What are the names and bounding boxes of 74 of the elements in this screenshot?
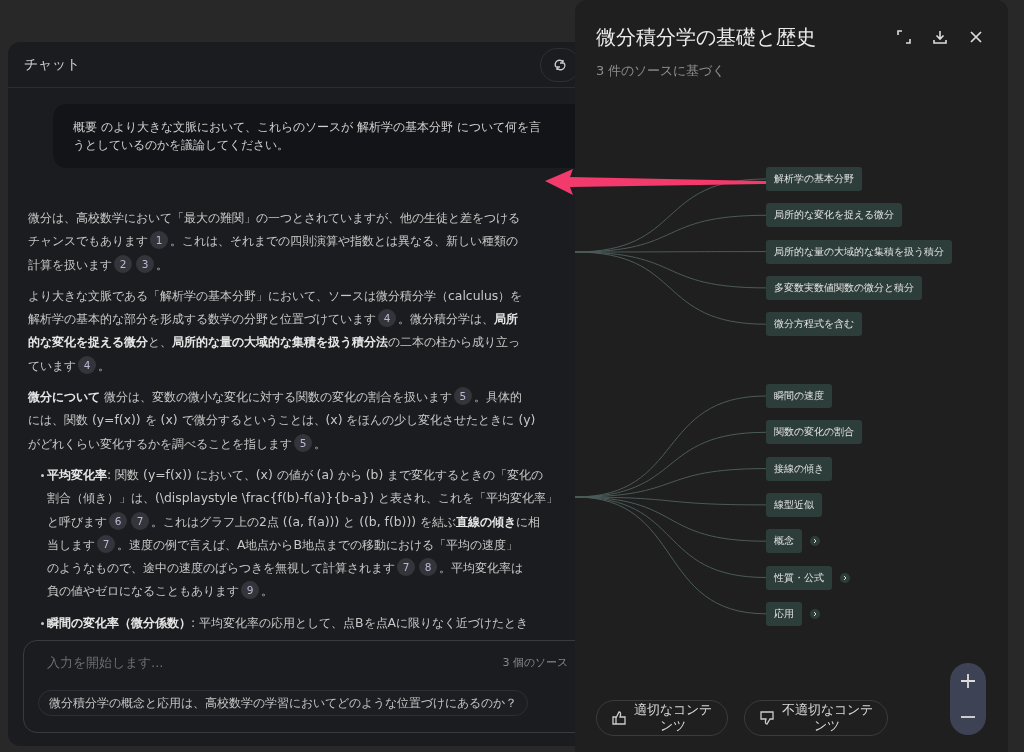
answer-text: 平均変化率: 関数 (y=f(x)) において、(x) の値が (a) から (b) まで変化するときの「変化の (47, 466, 544, 482)
answer-text: 。これはグラフ上の2点 ((a, f(a))) と ((b, f(b))) を結ぶ直線の傾きに相 (151, 513, 541, 529)
citation-chip[interactable]: 5 (294, 433, 312, 452)
citation-chip[interactable]: 7 (97, 534, 115, 553)
suggestion-chip[interactable]: 微分積分学の概念と応用は、高校数学の学習においてどのような位置づけにあるのか？ (38, 690, 528, 716)
feedback-button[interactable]: 適切なコンテンツ (596, 700, 728, 736)
citation-chip[interactable]: 3 (136, 254, 154, 273)
expand-icon[interactable] (896, 29, 912, 45)
close-icon[interactable] (968, 29, 984, 45)
mindmap-node[interactable]: 瞬間の速度 (766, 384, 832, 408)
citation-chip[interactable]: 5 (453, 387, 472, 406)
citation-chip[interactable]: 7 (397, 558, 415, 577)
citation-chip[interactable]: 6 (109, 511, 127, 530)
answer-text: 。 (98, 357, 110, 373)
mindmap-node[interactable]: 微分方程式を含む (766, 312, 862, 337)
zoom-in-icon[interactable] (960, 673, 976, 689)
mindmap-title: 微分積分学の基礎と歴史 (596, 23, 816, 51)
answer-text: 当します (47, 536, 95, 552)
answer-text: には、関数 (y=f(x)) を (x) で微分するということは、(x) をほんの少し変化させたときに (y) (28, 412, 536, 428)
mindmap-node[interactable]: 概念 (766, 529, 802, 554)
mindmap-node[interactable]: 接線の傾き (766, 456, 832, 481)
answer-text: がどれくらい変化するかを調べることを指します (28, 435, 292, 451)
answer-text: と呼びます (47, 513, 107, 529)
mindmap-node[interactable]: 局所的な量の大域的な集積を扱う積分 (766, 239, 952, 264)
feedback-button[interactable]: 不適切なコンテンツ (744, 700, 888, 736)
panel-title: チャット (24, 55, 80, 74)
answer-text: 割合（傾き）」は、(\displaystyle \frac{f(b)-f(a)}{b-a}) と表され、これを「平均変化率」 (47, 490, 558, 506)
thumbs-up-icon (611, 710, 627, 726)
mindmap-node[interactable]: 多変数実数値関数の微分と積分 (766, 275, 922, 300)
mindmap-node[interactable]: 線型近似 (766, 492, 822, 517)
source-note: 3 件のソースに基づく (595, 62, 727, 80)
answer-text: より大きな文脈である「解析学の基本分野」において、ソースは微分積分学（calculus）を (28, 287, 523, 303)
answer-text: 負の値やゼロになることもあります (47, 583, 239, 599)
answer-text: 微分は、高校数学において「最大の難関」の一つとされていますが、他の生徒と差をつける (28, 210, 520, 225)
source-count: 3 個のソース (502, 655, 568, 670)
bullet-icon (41, 473, 44, 477)
mindmap-node[interactable]: 局所的な変化を捉える微分 (766, 203, 902, 228)
answer-text: 。微分積分学は、局所 (398, 311, 518, 327)
citation-chip[interactable]: 7 (131, 511, 149, 530)
answer-text: ています (28, 357, 76, 373)
mindmap-node[interactable]: 性質・公式 (766, 565, 832, 590)
answer-text: のようなもので、途中の速度のばらつきを無視して計算されます (47, 560, 395, 576)
answer-text: 。具体的 (473, 389, 522, 405)
query-text: 概要 のより大きな文脈において、これらのソースが 解析学の基本分野 について何を言 (73, 119, 542, 136)
citation-chip[interactable]: 9 (241, 581, 259, 600)
citation-chip[interactable]: 2 (114, 254, 132, 273)
answer-text: 的な変化を捉える微分と、局所的な量の大域的な集積を扱う積分法の二本の柱から成り立っ (28, 334, 520, 350)
download-icon[interactable] (932, 29, 948, 45)
answer-text: 計算を扱います (28, 256, 112, 272)
mindmap-node[interactable]: 応用 (766, 601, 802, 626)
answer-text: 。平均変化率は (439, 560, 523, 576)
mindmap-node[interactable]: 関数の変化の割合 (766, 420, 862, 445)
expand-chevron-icon[interactable] (810, 608, 820, 619)
expand-chevron-icon[interactable] (840, 572, 850, 583)
answer-text: 。これは、それまでの四則演算や指数とは異なる、新しい種類の (170, 233, 518, 249)
refresh-icon (553, 57, 567, 72)
citation-chip[interactable]: 1 (150, 231, 168, 250)
answer-text: 。 (261, 583, 273, 599)
expand-chevron-icon[interactable] (810, 536, 820, 547)
answer-text: 。 (156, 256, 168, 272)
answer-text: 瞬間の変化率（微分係数）: 平均変化率の応用として、点Bを点Aに限りなく近づけたとき (47, 614, 529, 630)
answer-text: 解析学の基本的な部分を形成する数学の分野と位置づけています (28, 311, 376, 327)
refresh-button[interactable] (540, 47, 575, 82)
mindmap-node[interactable]: 解析学の基本分野 (766, 167, 862, 191)
bullet-icon (41, 621, 44, 625)
answer-text: 微分について 微分は、変数の微小な変化に対する関数の変化の割合を扱います (28, 389, 452, 405)
answer-text: チャンスでもあります (28, 233, 148, 249)
answer-text: 。 (314, 435, 326, 451)
query-text: うとしているのかを議論してください。 (73, 137, 290, 154)
citation-chip[interactable]: 4 (78, 355, 96, 374)
answer-text: 。速度の例で言えば、A地点からB地点までの移動における「平均の速度」 (117, 536, 518, 552)
citation-chip[interactable]: 4 (378, 309, 396, 328)
citation-chip[interactable]: 8 (419, 558, 437, 577)
thumbs-down-icon (759, 710, 775, 726)
